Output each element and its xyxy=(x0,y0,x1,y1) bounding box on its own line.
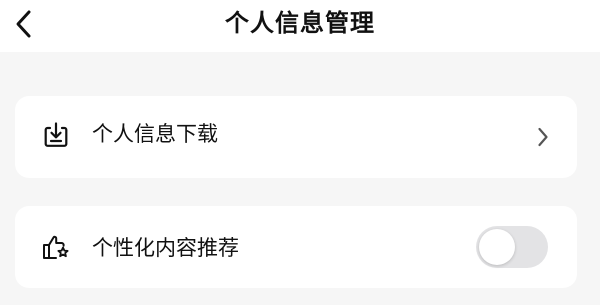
top-bar: 个人信息管理 xyxy=(0,0,600,52)
toggle-knob xyxy=(479,229,515,265)
chevron-right-icon xyxy=(533,124,553,150)
download-box-icon xyxy=(41,120,71,150)
personalized-recommendation-label: 个性化内容推荐 xyxy=(92,236,239,260)
personal-info-download-row[interactable]: 个人信息下载 xyxy=(15,96,577,178)
personal-info-download-label: 个人信息下载 xyxy=(92,122,218,146)
page-title: 个人信息管理 xyxy=(225,9,375,37)
thumbs-up-star-icon xyxy=(41,232,71,262)
personalized-recommendation-row: 个性化内容推荐 xyxy=(15,206,577,288)
personalized-recommendation-toggle[interactable] xyxy=(476,226,548,268)
